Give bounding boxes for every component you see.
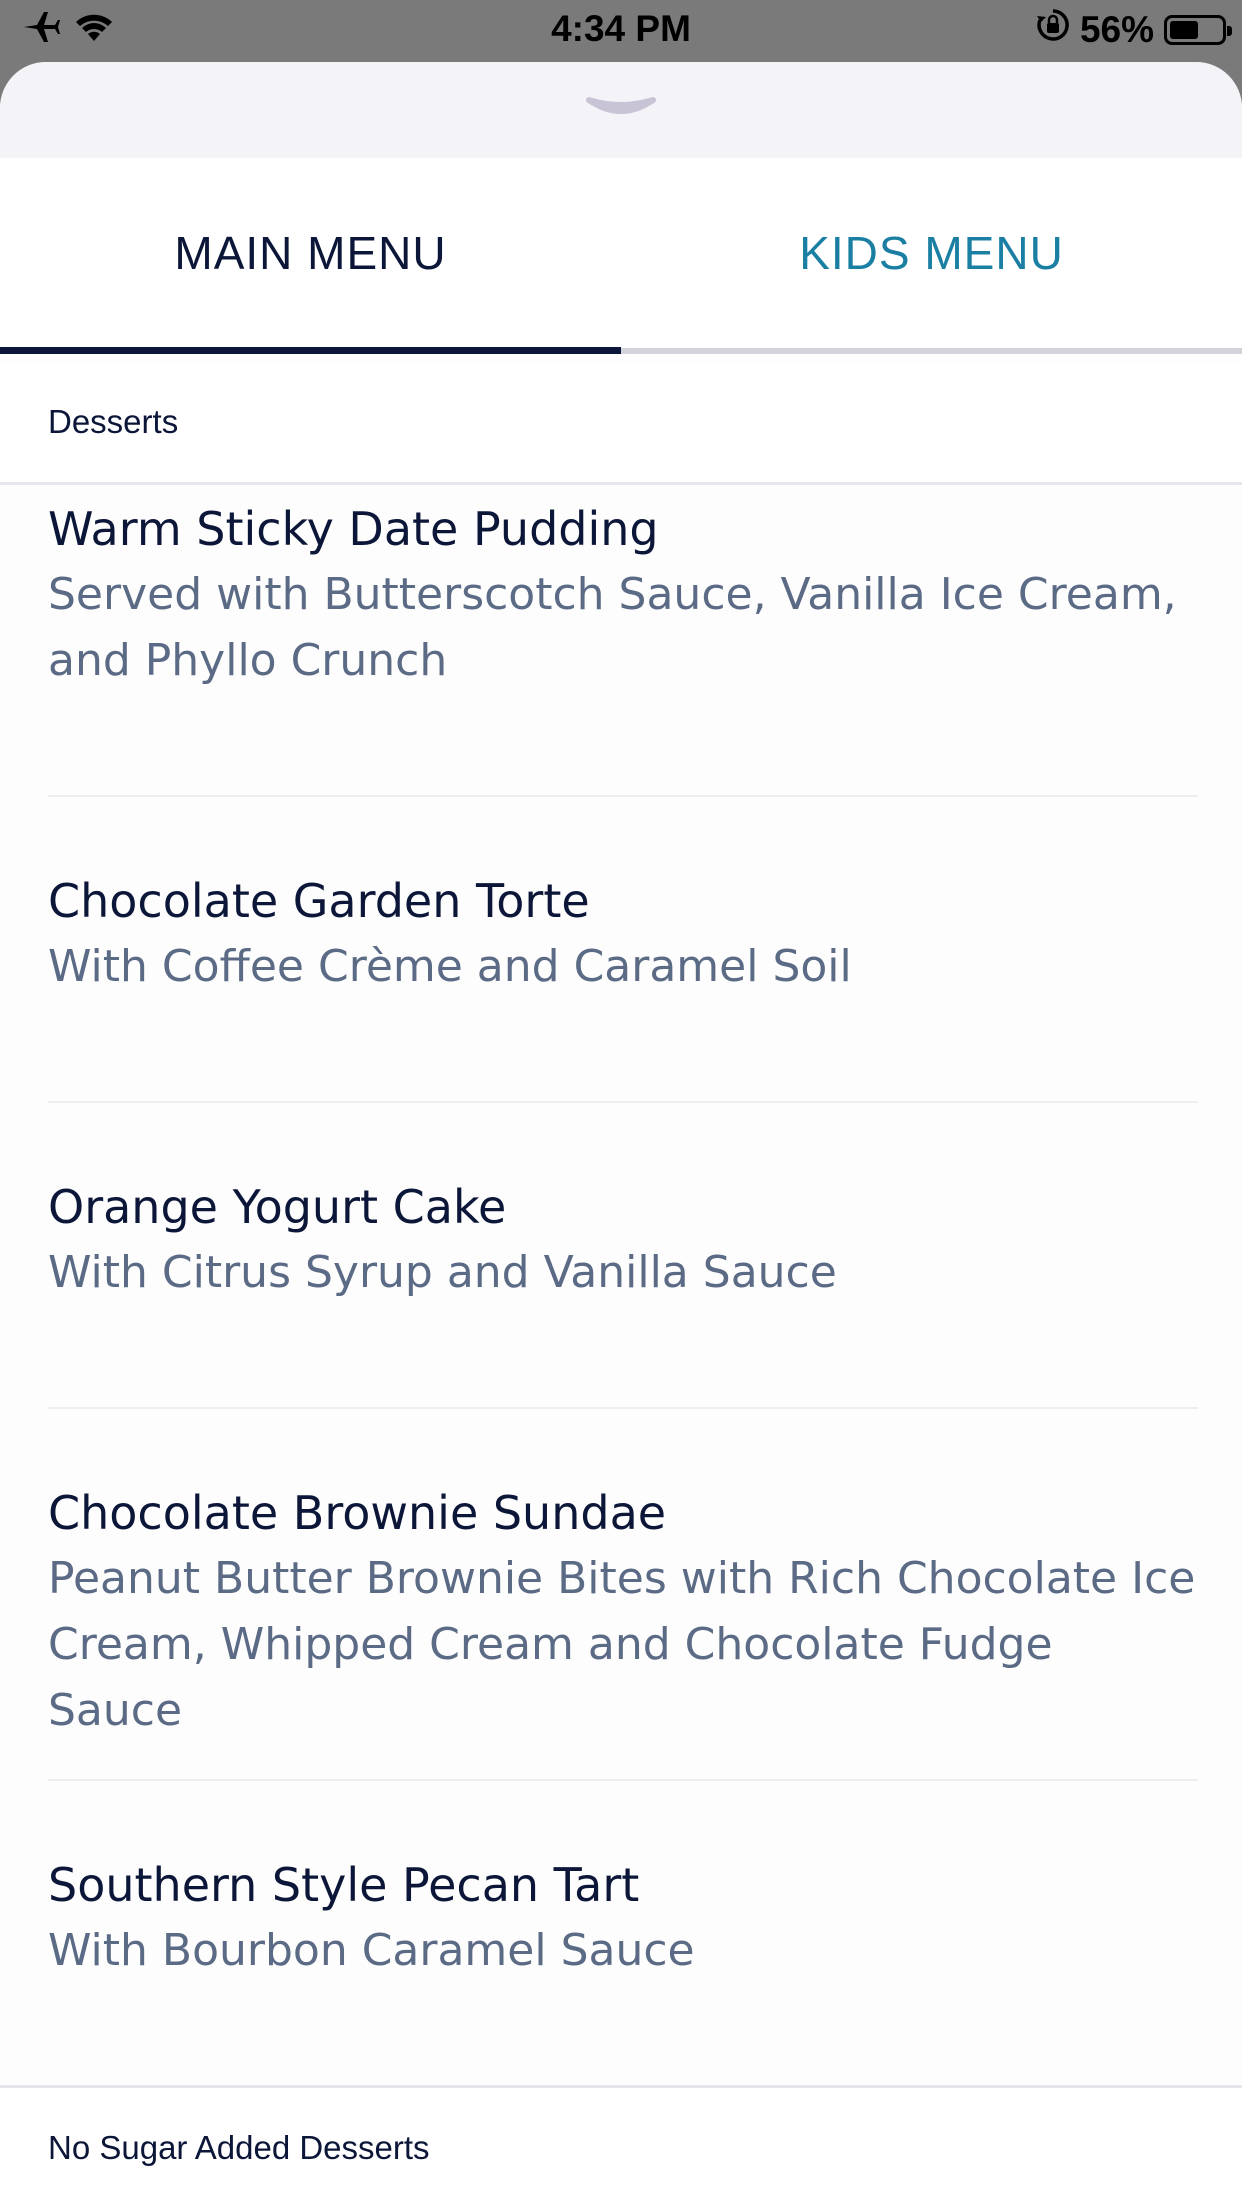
menu-tabs: MAIN MENU KIDS MENU (0, 158, 1242, 358)
item-description: Cream, Whipped Cream and Chocolate Fudge… (48, 1619, 1053, 1736)
section-header-desserts: Desserts (0, 362, 1242, 482)
status-right: 56% (1036, 8, 1232, 51)
item-name: Chocolate Brownie Sundae (48, 1486, 667, 1540)
menu-item[interactable]: Chocolate Garden Torte With Coffee Crème… (48, 868, 1198, 1000)
active-tab-indicator (0, 347, 621, 354)
item-name: Warm Sticky Date Pudding (48, 502, 659, 556)
item-divider (48, 795, 1198, 797)
section-divider (0, 482, 1242, 485)
battery-cap (1227, 25, 1232, 36)
item-name: Southern Style Pecan Tart (48, 1858, 640, 1912)
status-bar: 4:34 PM 56% (0, 0, 1242, 62)
section-title: Desserts (48, 403, 179, 440)
sheet-header (0, 62, 1242, 158)
chevron-down-icon[interactable] (585, 92, 657, 128)
item-divider (48, 1101, 1198, 1103)
item-divider (48, 1779, 1198, 1781)
item-name: Orange Yogurt Cake (48, 1180, 507, 1234)
tab-main-menu[interactable]: MAIN MENU (0, 158, 621, 348)
tab-track (621, 348, 1242, 354)
battery-icon (1164, 14, 1232, 45)
menu-sheet: MAIN MENU KIDS MENU Desserts Warm Sticky… (0, 62, 1242, 2208)
battery-fill (1170, 20, 1198, 39)
item-description: With Citrus Syrup and Vanilla Sauce (48, 1247, 837, 1298)
item-description: With Coffee Crème and Caramel Soil (48, 941, 852, 992)
menu-item[interactable]: Southern Style Pecan Tart With Bourbon C… (48, 1852, 1198, 1984)
item-description: With Bourbon Caramel Sauce (48, 1925, 695, 1976)
item-description: and Phyllo Crunch (48, 635, 448, 686)
section-title: No Sugar Added Desserts (48, 2129, 430, 2166)
item-divider (48, 1407, 1198, 1409)
item-description: Served with Butterscotch Sauce, Vanilla … (48, 569, 1177, 620)
item-description: Peanut Butter Brownie Bites with Rich Ch… (48, 1553, 1196, 1604)
section-header-no-sugar: No Sugar Added Desserts (0, 2088, 1242, 2208)
orientation-lock-icon (1036, 8, 1070, 51)
menu-item[interactable]: Warm Sticky Date Pudding Served with But… (48, 496, 1198, 694)
menu-item[interactable]: Orange Yogurt Cake With Citrus Syrup and… (48, 1174, 1198, 1306)
tab-kids-menu[interactable]: KIDS MENU (621, 158, 1242, 348)
item-name: Chocolate Garden Torte (48, 874, 590, 928)
battery-percent: 56% (1079, 8, 1154, 50)
menu-item[interactable]: Chocolate Brownie Sundae Peanut Butter B… (48, 1480, 1198, 1744)
